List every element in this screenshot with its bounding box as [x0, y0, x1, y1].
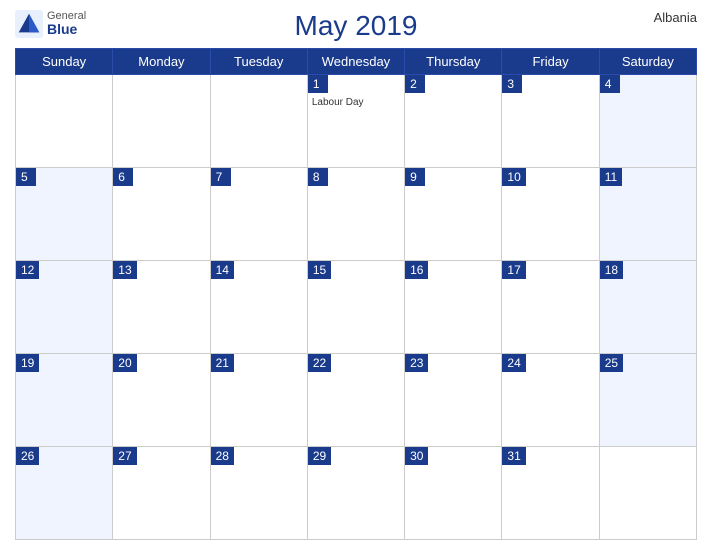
day-number: 24 [502, 354, 525, 372]
day-cell: 31 [502, 447, 599, 540]
logo-icon [15, 10, 43, 38]
day-number: 25 [600, 354, 623, 372]
calendar-table: Sunday Monday Tuesday Wednesday Thursday… [15, 48, 697, 540]
day-cell: 9 [405, 168, 502, 261]
header-monday: Monday [113, 49, 210, 75]
calendar-title: May 2019 [295, 10, 418, 42]
day-number: 9 [405, 168, 425, 186]
day-number: 3 [502, 75, 522, 93]
header-sunday: Sunday [16, 49, 113, 75]
day-cell: 22 [307, 354, 404, 447]
day-cell: 15 [307, 261, 404, 354]
day-number: 29 [308, 447, 331, 465]
day-number: 27 [113, 447, 136, 465]
day-number: 16 [405, 261, 428, 279]
day-cell: 16 [405, 261, 502, 354]
day-number: 31 [502, 447, 525, 465]
day-cell: 23 [405, 354, 502, 447]
header-wednesday: Wednesday [307, 49, 404, 75]
day-event: Labour Day [308, 95, 404, 110]
day-cell: 10 [502, 168, 599, 261]
day-number: 19 [16, 354, 39, 372]
logo-text: General Blue [47, 10, 86, 37]
day-cell: 27 [113, 447, 210, 540]
day-cell: 11 [599, 168, 696, 261]
day-number: 18 [600, 261, 623, 279]
logo-blue-text: Blue [47, 22, 86, 37]
day-cell: 12 [16, 261, 113, 354]
day-number: 7 [211, 168, 231, 186]
day-cell: 8 [307, 168, 404, 261]
week-row-0: 1 Labour Day2 3 4 [16, 75, 697, 168]
logo: General Blue [15, 10, 86, 38]
day-number: 21 [211, 354, 234, 372]
day-number: 10 [502, 168, 525, 186]
week-row-1: 5 6 7 8 9 10 11 [16, 168, 697, 261]
country-label: Albania [654, 10, 697, 25]
week-row-3: 19 20 21 22 23 24 25 [16, 354, 697, 447]
day-cell: 19 [16, 354, 113, 447]
day-number: 11 [600, 168, 622, 186]
day-cell [599, 447, 696, 540]
day-number: 26 [16, 447, 39, 465]
day-number: 14 [211, 261, 234, 279]
day-number: 17 [502, 261, 525, 279]
day-number: 8 [308, 168, 328, 186]
day-number: 4 [600, 75, 620, 93]
day-cell: 2 [405, 75, 502, 168]
day-number: 15 [308, 261, 331, 279]
day-cell: 24 [502, 354, 599, 447]
calendar-header: General Blue May 2019 Albania [15, 10, 697, 42]
day-number: 2 [405, 75, 425, 93]
day-cell: 6 [113, 168, 210, 261]
day-cell: 13 [113, 261, 210, 354]
header-friday: Friday [502, 49, 599, 75]
day-cell [210, 75, 307, 168]
day-number: 6 [113, 168, 133, 186]
day-cell: 4 [599, 75, 696, 168]
day-cell [16, 75, 113, 168]
week-row-2: 12 13 14 15 16 17 18 [16, 261, 697, 354]
day-cell [113, 75, 210, 168]
header-tuesday: Tuesday [210, 49, 307, 75]
day-cell: 1 Labour Day [307, 75, 404, 168]
day-cell: 28 [210, 447, 307, 540]
week-row-4: 26 27 28 29 30 31 [16, 447, 697, 540]
day-cell: 30 [405, 447, 502, 540]
day-number: 12 [16, 261, 39, 279]
day-cell: 17 [502, 261, 599, 354]
day-number: 1 [308, 75, 328, 93]
day-number: 22 [308, 354, 331, 372]
header-saturday: Saturday [599, 49, 696, 75]
day-cell: 14 [210, 261, 307, 354]
day-cell: 20 [113, 354, 210, 447]
day-number: 23 [405, 354, 428, 372]
day-number: 20 [113, 354, 136, 372]
day-number: 28 [211, 447, 234, 465]
day-number: 13 [113, 261, 136, 279]
header-thursday: Thursday [405, 49, 502, 75]
day-cell: 7 [210, 168, 307, 261]
day-number: 30 [405, 447, 428, 465]
day-cell: 25 [599, 354, 696, 447]
weekday-header-row: Sunday Monday Tuesday Wednesday Thursday… [16, 49, 697, 75]
day-cell: 21 [210, 354, 307, 447]
day-number: 5 [16, 168, 36, 186]
day-cell: 3 [502, 75, 599, 168]
day-cell: 26 [16, 447, 113, 540]
day-cell: 18 [599, 261, 696, 354]
day-cell: 29 [307, 447, 404, 540]
day-cell: 5 [16, 168, 113, 261]
calendar-container: General Blue May 2019 Albania Sunday Mon… [0, 0, 712, 550]
